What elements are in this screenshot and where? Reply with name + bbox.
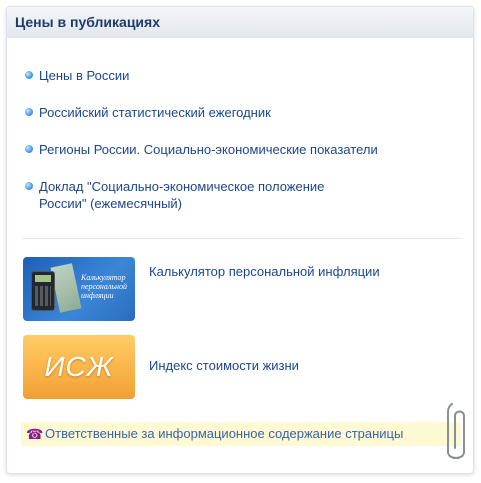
isg-banner-text: ИСЖ: [44, 351, 114, 382]
cost-of-living-banner[interactable]: ИСЖ: [23, 335, 135, 399]
link-label: Цены в России: [39, 68, 130, 83]
calculator-icon: [31, 271, 55, 311]
responsible-footer: ☎ Ответственные за информационное содерж…: [21, 422, 461, 446]
paperclip-icon: [447, 403, 465, 459]
bullet-icon: [25, 182, 33, 190]
responsible-link[interactable]: Ответственные за информационное содержан…: [45, 426, 403, 441]
link-label: Регионы России. Социально-экономические …: [39, 142, 378, 157]
link-prices-russia[interactable]: Цены в России: [25, 67, 129, 84]
cost-of-living-link[interactable]: Индекс стоимости жизни: [149, 358, 299, 373]
link-regions-russia[interactable]: Регионы России. Социально-экономические …: [25, 141, 378, 158]
inflation-calculator-link[interactable]: Калькулятор персональной инфляции: [149, 264, 380, 279]
divider: [22, 238, 462, 239]
link-socioeconomic-report[interactable]: Доклад "Социально-экономическое положени…: [25, 178, 365, 212]
link-statistical-yearbook[interactable]: Российский статистический ежегодник: [25, 104, 271, 121]
inflation-calculator-banner[interactable]: Калькулятор персональной инфляции: [23, 257, 135, 321]
phone-icon: ☎: [26, 426, 44, 442]
banknotes-icon: [50, 263, 82, 313]
bullet-icon: [25, 71, 33, 79]
prices-panel: Цены в публикациях Цены в России Российс…: [6, 6, 474, 474]
panel-header: Цены в публикациях: [7, 7, 473, 38]
bullet-icon: [25, 145, 33, 153]
calculator-caption: Калькулятор персональной инфляции: [81, 273, 127, 300]
link-label: Российский статистический ежегодник: [39, 105, 271, 120]
link-label: Доклад "Социально-экономическое положени…: [39, 179, 325, 211]
panel-title: Цены в публикациях: [15, 14, 160, 30]
bullet-icon: [25, 108, 33, 116]
